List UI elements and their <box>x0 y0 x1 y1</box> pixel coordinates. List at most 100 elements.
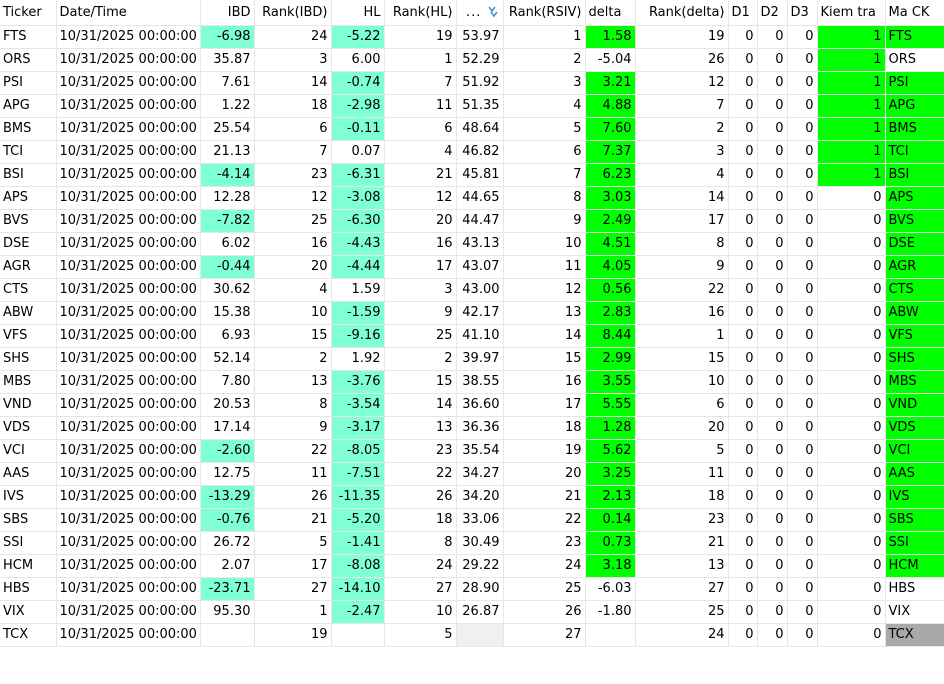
rank-rsiv-cell[interactable]: 26 <box>503 600 586 624</box>
delta-cell[interactable]: 8.44 <box>585 324 636 348</box>
rank-ibd-cell[interactable]: 21 <box>254 508 332 532</box>
kiem-tra-cell[interactable]: 0 <box>817 531 886 555</box>
table-row[interactable]: AGR 10/31/2025 00:00:00 -0.44 20 -4.44 17 43.0… <box>0 255 944 279</box>
ibd-cell[interactable]: 1.22 <box>200 94 255 118</box>
d1-cell[interactable]: 0 <box>728 370 758 394</box>
ibd-cell[interactable]: 20.53 <box>200 393 255 417</box>
hl-cell[interactable]: -14.10 <box>331 577 385 601</box>
rank-hl-cell[interactable]: 9 <box>384 301 457 325</box>
col-header-hl[interactable]: HL <box>331 0 385 26</box>
delta-cell[interactable]: 4.05 <box>585 255 636 279</box>
kiem-tra-cell[interactable]: 0 <box>817 186 886 210</box>
hl-cell[interactable]: -1.41 <box>331 531 385 555</box>
delta-cell[interactable]: 2.13 <box>585 485 636 509</box>
ticker-cell[interactable]: BVS <box>0 209 57 233</box>
ticker-cell[interactable]: TCI <box>0 140 57 164</box>
d1-cell[interactable]: 0 <box>728 94 758 118</box>
d3-cell[interactable]: 0 <box>787 255 818 279</box>
ticker-cell[interactable]: MBS <box>0 370 57 394</box>
table-row[interactable]: VDS 10/31/2025 00:00:00 17.14 9 -3.17 13 36.36… <box>0 416 944 440</box>
kiem-tra-cell[interactable]: 0 <box>817 209 886 233</box>
rsiv-cell[interactable]: 46.82 <box>456 140 504 164</box>
datetime-cell[interactable]: 10/31/2025 00:00:00 <box>56 301 201 325</box>
rank-ibd-cell[interactable]: 1 <box>254 600 332 624</box>
ibd-cell[interactable]: 21.13 <box>200 140 255 164</box>
rsiv-cell[interactable]: 28.90 <box>456 577 504 601</box>
hl-cell[interactable]: 0.07 <box>331 140 385 164</box>
delta-cell[interactable]: 4.88 <box>585 94 636 118</box>
d1-cell[interactable]: 0 <box>728 48 758 72</box>
rank-hl-cell[interactable]: 17 <box>384 255 457 279</box>
kiem-tra-cell[interactable]: 0 <box>817 508 886 532</box>
datetime-cell[interactable]: 10/31/2025 00:00:00 <box>56 48 201 72</box>
ibd-cell[interactable]: -2.60 <box>200 439 255 463</box>
ticker-cell[interactable]: APG <box>0 94 57 118</box>
d1-cell[interactable]: 0 <box>728 462 758 486</box>
ibd-cell[interactable] <box>200 623 255 647</box>
hl-cell[interactable]: -9.16 <box>331 324 385 348</box>
d3-cell[interactable]: 0 <box>787 48 818 72</box>
ma-ck-cell[interactable]: DSE <box>885 232 944 256</box>
col-header-datetime[interactable]: Date/Time <box>56 0 201 26</box>
kiem-tra-cell[interactable]: 0 <box>817 232 886 256</box>
d2-cell[interactable]: 0 <box>757 278 788 302</box>
rank-delta-cell[interactable]: 5 <box>635 439 729 463</box>
rank-delta-cell[interactable]: 4 <box>635 163 729 187</box>
hl-cell[interactable]: -2.98 <box>331 94 385 118</box>
datetime-cell[interactable]: 10/31/2025 00:00:00 <box>56 163 201 187</box>
rank-rsiv-cell[interactable]: 2 <box>503 48 586 72</box>
rsiv-cell[interactable]: 45.81 <box>456 163 504 187</box>
datetime-cell[interactable]: 10/31/2025 00:00:00 <box>56 140 201 164</box>
delta-cell[interactable]: -5.04 <box>585 48 636 72</box>
table-row[interactable]: HBS 10/31/2025 00:00:00 -23.71 27 -14.10 27 28… <box>0 577 944 601</box>
d1-cell[interactable]: 0 <box>728 186 758 210</box>
d2-cell[interactable]: 0 <box>757 370 788 394</box>
d1-cell[interactable]: 0 <box>728 117 758 141</box>
d3-cell[interactable]: 0 <box>787 94 818 118</box>
rank-delta-cell[interactable]: 7 <box>635 94 729 118</box>
rank-hl-cell[interactable]: 11 <box>384 94 457 118</box>
d1-cell[interactable]: 0 <box>728 209 758 233</box>
rank-delta-cell[interactable]: 13 <box>635 554 729 578</box>
hl-cell[interactable]: -4.43 <box>331 232 385 256</box>
hl-cell[interactable]: -3.54 <box>331 393 385 417</box>
hl-cell[interactable]: -11.35 <box>331 485 385 509</box>
rank-delta-cell[interactable]: 20 <box>635 416 729 440</box>
d2-cell[interactable]: 0 <box>757 531 788 555</box>
datetime-cell[interactable]: 10/31/2025 00:00:00 <box>56 324 201 348</box>
rank-hl-cell[interactable]: 4 <box>384 140 457 164</box>
delta-cell[interactable] <box>585 623 636 647</box>
rank-ibd-cell[interactable]: 25 <box>254 209 332 233</box>
delta-cell[interactable]: 5.55 <box>585 393 636 417</box>
datetime-cell[interactable]: 10/31/2025 00:00:00 <box>56 25 201 49</box>
table-row[interactable]: CTS 10/31/2025 00:00:00 30.62 4 1.59 3 43.00 12… <box>0 278 944 302</box>
delta-cell[interactable]: -6.03 <box>585 577 636 601</box>
d2-cell[interactable]: 0 <box>757 554 788 578</box>
rank-ibd-cell[interactable]: 11 <box>254 462 332 486</box>
kiem-tra-cell[interactable]: 0 <box>817 577 886 601</box>
rank-ibd-cell[interactable]: 13 <box>254 370 332 394</box>
datetime-cell[interactable]: 10/31/2025 00:00:00 <box>56 416 201 440</box>
d2-cell[interactable]: 0 <box>757 416 788 440</box>
rank-ibd-cell[interactable]: 14 <box>254 71 332 95</box>
rank-delta-cell[interactable]: 14 <box>635 186 729 210</box>
rank-delta-cell[interactable]: 19 <box>635 25 729 49</box>
kiem-tra-cell[interactable]: 1 <box>817 25 886 49</box>
rank-ibd-cell[interactable]: 16 <box>254 232 332 256</box>
kiem-tra-cell[interactable]: 0 <box>817 623 886 647</box>
ticker-cell[interactable]: HBS <box>0 577 57 601</box>
rsiv-cell[interactable]: 44.65 <box>456 186 504 210</box>
datetime-cell[interactable]: 10/31/2025 00:00:00 <box>56 232 201 256</box>
rsiv-cell[interactable]: 36.60 <box>456 393 504 417</box>
d2-cell[interactable]: 0 <box>757 186 788 210</box>
ibd-cell[interactable]: -23.71 <box>200 577 255 601</box>
d1-cell[interactable]: 0 <box>728 255 758 279</box>
kiem-tra-cell[interactable]: 0 <box>817 554 886 578</box>
delta-cell[interactable]: 0.73 <box>585 531 636 555</box>
rank-delta-cell[interactable]: 10 <box>635 370 729 394</box>
ma-ck-cell[interactable]: SBS <box>885 508 944 532</box>
rank-delta-cell[interactable]: 2 <box>635 117 729 141</box>
d1-cell[interactable]: 0 <box>728 439 758 463</box>
table-row[interactable]: APG 10/31/2025 00:00:00 1.22 18 -2.98 11 51.35… <box>0 94 944 118</box>
rank-rsiv-cell[interactable]: 23 <box>503 531 586 555</box>
